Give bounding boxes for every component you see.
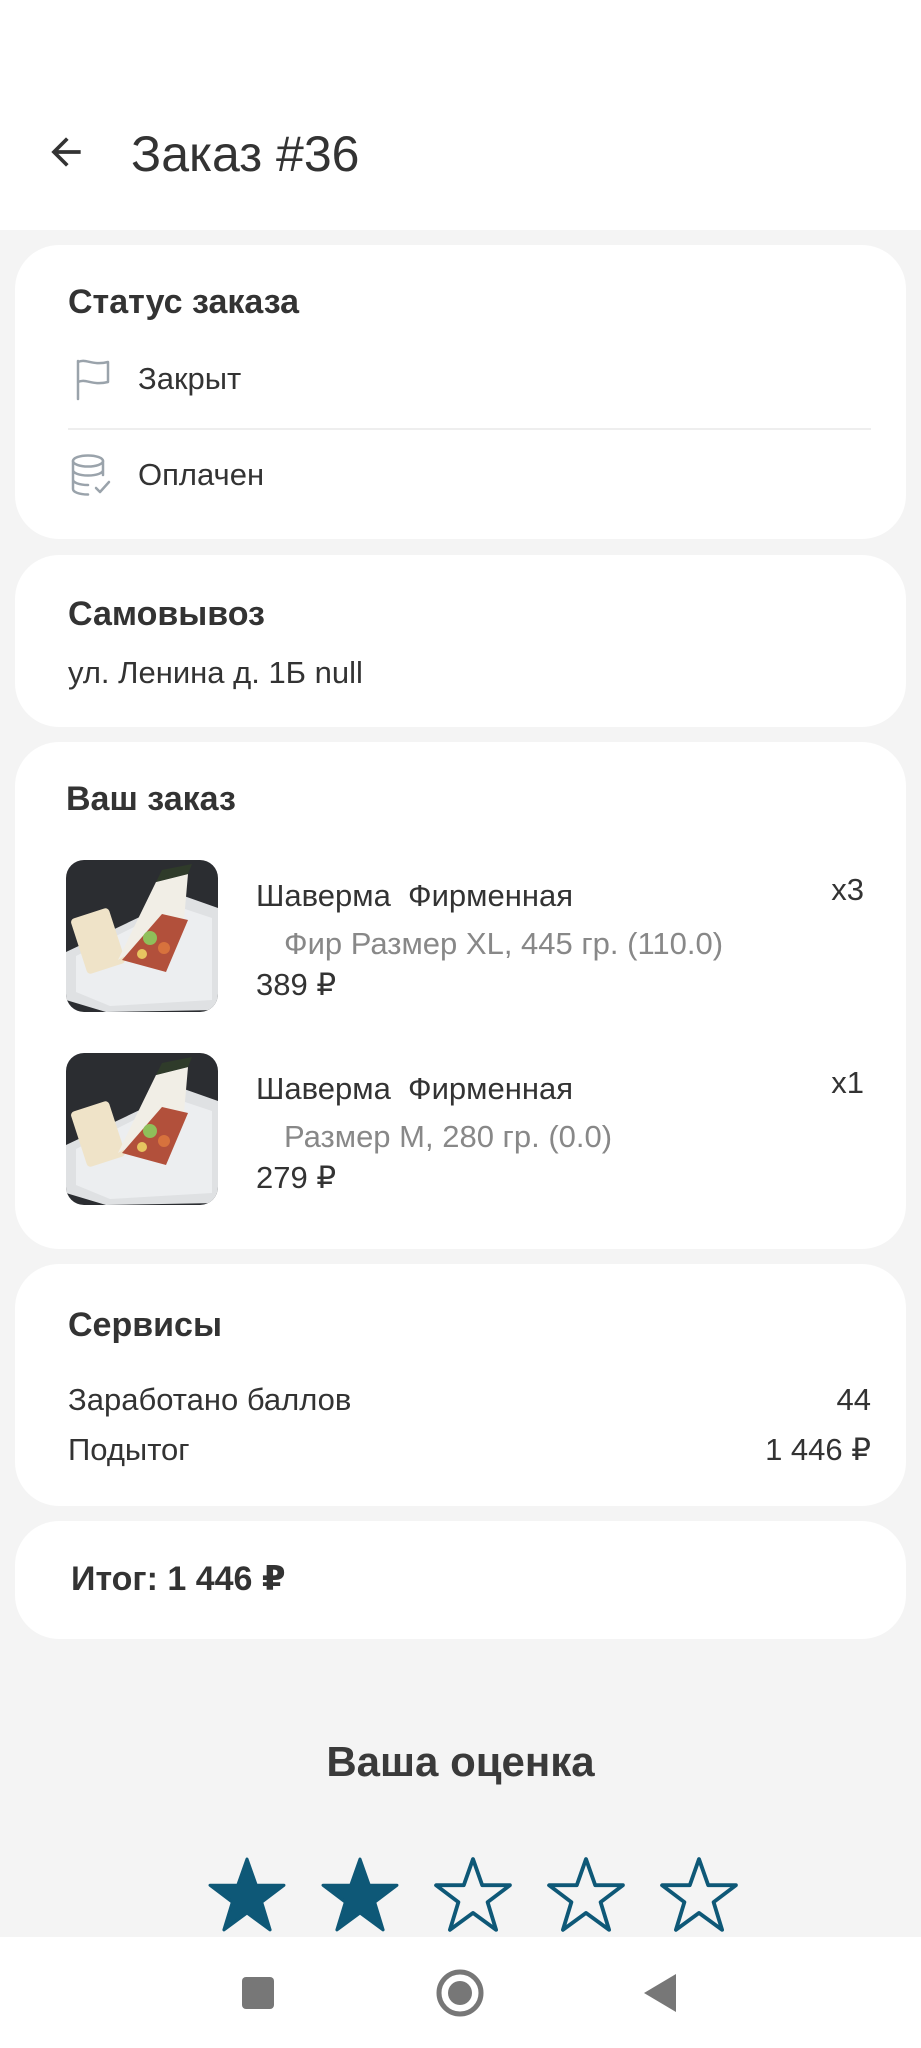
item-name: Шаверма Фирменная	[256, 1071, 573, 1106]
total-card: Итог: 1 446 ₽	[15, 1521, 906, 1639]
divider	[68, 428, 871, 430]
status-payment-row: Оплачен	[68, 451, 264, 499]
item-image	[66, 860, 218, 1012]
status-state-row: Закрыт	[68, 355, 241, 403]
earned-points-value: 44	[836, 1382, 871, 1417]
order-title: Ваш заказ	[66, 780, 236, 818]
star-outline-icon[interactable]	[647, 1856, 751, 1936]
arrow-left-icon	[51, 137, 81, 167]
subtotal-label: Подытог	[68, 1432, 190, 1467]
pickup-title: Самовывоз	[68, 595, 265, 633]
back-nav-button[interactable]	[628, 1961, 692, 2025]
status-state-label: Закрыт	[138, 361, 242, 396]
services-card: Сервисы Заработано баллов 44 Подытог 1 4…	[15, 1264, 906, 1506]
star-outline-icon[interactable]	[534, 1856, 638, 1936]
item-price: 389 ₽	[256, 967, 337, 1002]
star-filled-icon[interactable]	[308, 1856, 412, 1936]
subtotal-value: 1 446 ₽	[765, 1432, 871, 1467]
item-description: Фир Размер XL, 445 гр. (110.0)	[284, 926, 724, 961]
services-title: Сервисы	[68, 1306, 222, 1344]
page-title: Заказ #36	[131, 126, 360, 182]
back-button[interactable]	[36, 122, 96, 182]
flag-icon	[76, 359, 110, 401]
pickup-address: ул. Ленина д. 1Б null	[68, 655, 363, 690]
app-bar: Заказ #36	[0, 0, 921, 230]
total-amount: Итог: 1 446 ₽	[71, 1560, 286, 1598]
system-navigation-bar	[0, 1937, 921, 2048]
star-outline-icon[interactable]	[421, 1856, 525, 1936]
rating-stars	[195, 1856, 755, 1936]
order-item[interactable]: Шаверма Фирменная Размер M, 280 гр. (0.0…	[66, 1053, 871, 1205]
item-description: Размер M, 280 гр. (0.0)	[284, 1119, 613, 1154]
subtotal-row: Подытог 1 446 ₽	[68, 1432, 871, 1468]
status-payment-label: Оплачен	[138, 457, 265, 492]
pickup-card: Самовывоз ул. Ленина д. 1Б null	[15, 555, 906, 727]
earned-points-label: Заработано баллов	[68, 1382, 352, 1417]
status-title: Статус заказа	[68, 283, 300, 321]
star-filled-icon[interactable]	[195, 1856, 299, 1936]
item-quantity: x1	[831, 1065, 864, 1100]
recents-icon	[242, 1977, 274, 2009]
item-quantity: x3	[831, 872, 864, 907]
earned-points-row: Заработано баллов 44	[68, 1382, 871, 1418]
item-name: Шаверма Фирменная	[256, 878, 573, 913]
item-price: 279 ₽	[256, 1160, 337, 1195]
order-items-card: Ваш заказ Шаверма Фирменная Фир Размер X…	[15, 742, 906, 1249]
order-item[interactable]: Шаверма Фирменная Фир Размер XL, 445 гр.…	[66, 860, 871, 1012]
item-image	[66, 1053, 218, 1205]
home-icon	[436, 1969, 484, 2017]
home-button[interactable]	[428, 1961, 492, 2025]
database-check-icon	[71, 454, 111, 496]
recents-button[interactable]	[226, 1961, 290, 2025]
rating-title: Ваша оценка	[326, 1738, 595, 1785]
back-icon	[644, 1974, 676, 2012]
order-status-card: Статус заказа Закрыт Оплачен	[15, 245, 906, 539]
